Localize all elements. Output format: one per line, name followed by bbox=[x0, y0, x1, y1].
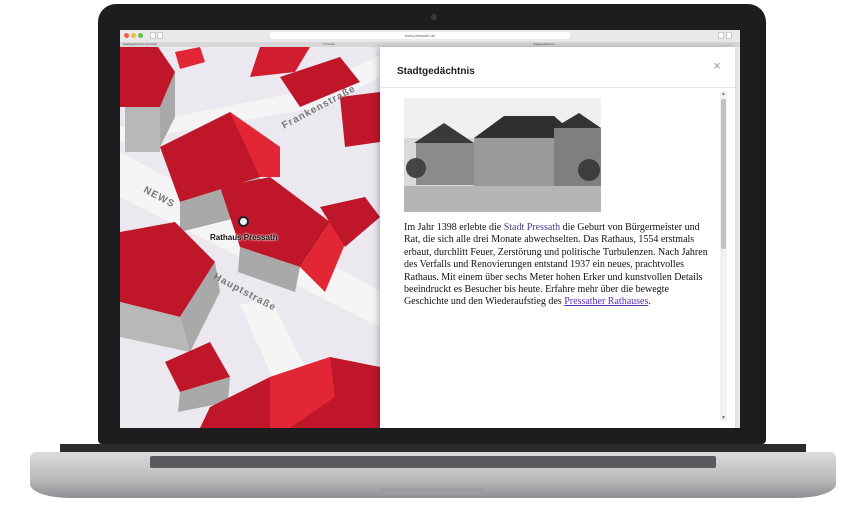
keyboard-edge bbox=[150, 456, 716, 468]
screen: www.pressath.de Stadtgedächtnis Pressath… bbox=[120, 30, 740, 428]
camera-icon bbox=[431, 14, 437, 20]
rathaus-link[interactable]: Pressather Rathauses bbox=[564, 296, 648, 307]
scroll-thumb[interactable] bbox=[721, 99, 726, 249]
close-window-button[interactable] bbox=[124, 33, 129, 38]
historic-photo bbox=[404, 98, 601, 212]
body-text-3: . bbox=[648, 296, 651, 308]
building-roof bbox=[340, 92, 380, 147]
panel-body-text: Im Jahr 1398 erlebte die Stadt Pressath … bbox=[404, 222, 709, 309]
location-marker[interactable] bbox=[238, 216, 249, 227]
scrollbar[interactable]: ▲ ▼ bbox=[720, 91, 727, 421]
building-wall bbox=[125, 107, 160, 152]
body-text-1: Im Jahr 1398 erlebte die bbox=[404, 222, 504, 233]
minimize-window-button[interactable] bbox=[131, 33, 136, 38]
info-panel: Stadtgedächtnis × Im Jahr 1398 erlebte d… bbox=[380, 47, 735, 428]
zoom-window-button[interactable] bbox=[138, 33, 143, 38]
new-tab-button[interactable] bbox=[726, 32, 732, 39]
scroll-up-icon[interactable]: ▲ bbox=[720, 91, 727, 97]
city-link[interactable]: Stadt Pressath bbox=[504, 222, 560, 233]
close-icon[interactable]: × bbox=[713, 59, 721, 72]
lid-notch bbox=[381, 488, 485, 494]
panel-title: Stadtgedächtnis bbox=[397, 66, 475, 77]
divider bbox=[380, 87, 735, 88]
scroll-down-icon[interactable]: ▼ bbox=[720, 415, 727, 421]
share-button[interactable] bbox=[718, 32, 724, 39]
building-roof bbox=[175, 47, 205, 69]
back-button[interactable] bbox=[150, 32, 156, 39]
marker-label: Rathaus Pressath bbox=[210, 233, 278, 242]
forward-button[interactable] bbox=[157, 32, 163, 39]
body-text-2: die Geburt von Bürgermeister und Rat, di… bbox=[404, 222, 708, 308]
url-bar[interactable]: www.pressath.de bbox=[270, 32, 570, 39]
